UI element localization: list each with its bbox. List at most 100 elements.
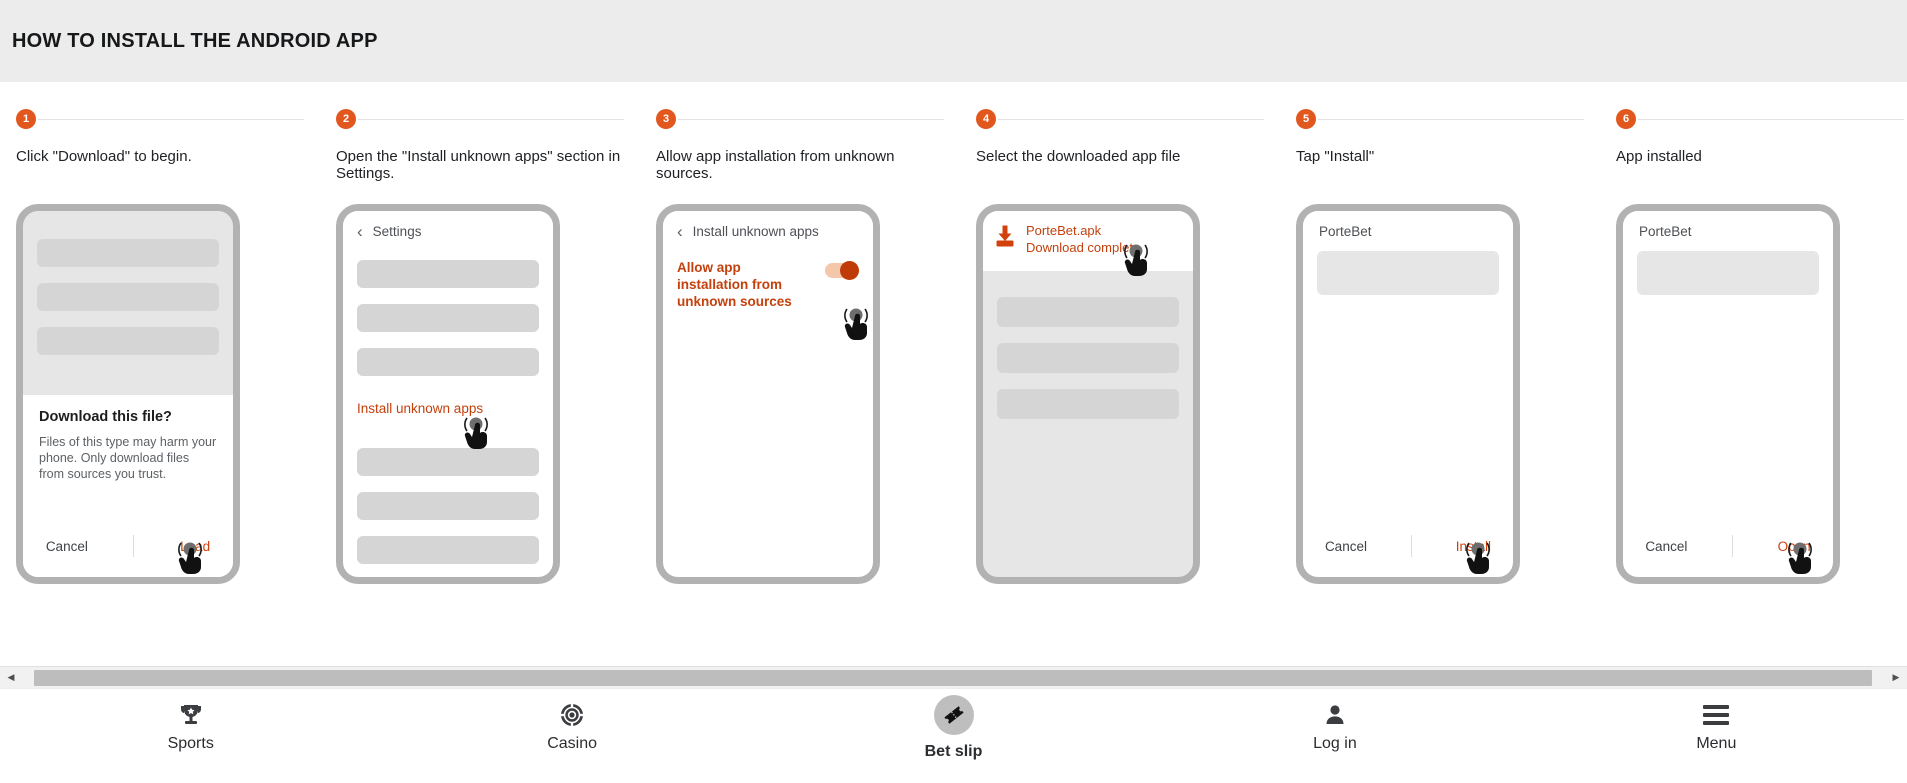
placeholder-bar [997, 388, 1179, 419]
user-icon [1322, 701, 1348, 729]
step-divider-rule [998, 118, 1264, 120]
step-number-badge: 4 [976, 109, 996, 129]
step-divider-rule [38, 118, 304, 120]
step-header-6: 6 [1616, 108, 1904, 130]
phone-screen: PorteBet.apk Download complete [983, 211, 1193, 577]
placeholder-bar [997, 296, 1179, 327]
dialog-body-text: Files of this type may harm your phone. … [39, 435, 217, 481]
placeholder-bar [37, 239, 219, 267]
placeholder-bar [357, 260, 539, 288]
placeholder-bar [357, 348, 539, 376]
install-unknown-apps-header: ‹ Install unknown apps [663, 211, 873, 250]
step-caption: Tap "Install" [1296, 148, 1375, 165]
scroll-left-arrow-icon[interactable]: ◀ [0, 667, 22, 689]
back-chevron-icon[interactable]: ‹ [357, 223, 363, 240]
bet-slip-button[interactable] [933, 695, 974, 735]
page-title: HOW TO INSTALL THE ANDROID APP [12, 29, 378, 52]
placeholder-list-bottom [343, 418, 553, 564]
phone-mockup-6: PorteBet Cancel Open [1616, 204, 1840, 584]
nav-item-bet-slip[interactable]: Bet slip [763, 695, 1144, 761]
allow-install-row[interactable]: Allow app installation from unknown sour… [663, 250, 873, 311]
cancel-button[interactable]: Cancel [1645, 539, 1687, 554]
open-button[interactable]: Open [1778, 539, 1811, 554]
nav-label-casino: Casino [547, 735, 598, 752]
phone-screen: ‹ Install unknown apps Allow app install… [663, 211, 873, 577]
nav-item-casino[interactable]: Casino [381, 701, 762, 753]
bet-slip-ticket-icon [943, 706, 964, 724]
scrollbar-track[interactable] [22, 667, 1885, 689]
step-header-3: 3 [656, 108, 944, 130]
step-card-6: 6 App installed PorteBet Cancel Open [1600, 108, 1907, 584]
action-separator [1410, 535, 1412, 557]
load-button[interactable]: Load [180, 539, 210, 554]
placeholder-box [1317, 251, 1499, 295]
placeholder-bar [357, 492, 539, 520]
scroll-right-arrow-icon[interactable]: ▶ [1885, 667, 1907, 689]
step-number-badge: 6 [1616, 109, 1636, 129]
step-header-2: 2 [336, 108, 624, 130]
placeholder-box [1637, 251, 1819, 295]
phone-mockup-2: ‹ Settings Install unknown apps [336, 204, 560, 584]
nav-item-log-in[interactable]: Log in [1144, 701, 1525, 753]
install-dialog-actions: Cancel Install [1303, 535, 1513, 557]
nav-item-menu[interactable]: Menu [1526, 701, 1907, 753]
download-icon [996, 225, 1014, 247]
install-unknown-apps-row[interactable]: Install unknown apps [343, 392, 553, 449]
steps-scroll-viewport[interactable]: 1 Click "Download" to begin. Download th… [0, 82, 1907, 666]
step-caption: App installed [1616, 148, 1702, 165]
settings-header: ‹ Settings [343, 211, 553, 250]
dialog-title: Download this file? [39, 409, 172, 425]
scrollbar-thumb[interactable] [34, 669, 1872, 686]
allow-install-toggle[interactable] [825, 261, 859, 280]
step-header-5: 5 [1296, 108, 1584, 130]
back-chevron-icon[interactable]: ‹ [677, 223, 683, 240]
step-number-badge: 3 [656, 109, 676, 129]
casino-chip-icon [559, 701, 585, 729]
step-caption: Open the "Install unknown apps" section … [336, 148, 621, 183]
app-name-label: PorteBet [1303, 211, 1513, 251]
phone-mockup-1: Download this file? Files of this type m… [16, 204, 240, 584]
app-name-label: PorteBet [1623, 211, 1833, 251]
app-preview-area [1623, 251, 1833, 295]
phone-mockup-3: ‹ Install unknown apps Allow app install… [656, 204, 880, 584]
step-card-4: 4 Select the downloaded app file PorteBe… [960, 108, 1280, 584]
hamburger-menu-icon [1703, 701, 1730, 729]
placeholder-bar [37, 283, 219, 311]
placeholder-list [983, 271, 1193, 419]
placeholder-bar [357, 536, 539, 564]
action-separator [133, 535, 135, 557]
app-preview-area [1303, 251, 1513, 295]
nav-label-bet-slip: Bet slip [924, 743, 983, 760]
trophy-icon [178, 701, 204, 729]
cancel-button[interactable]: Cancel [46, 539, 88, 554]
installed-dialog-actions: Cancel Open [1623, 535, 1833, 557]
step-divider-rule [678, 118, 944, 120]
step-divider-rule [1638, 118, 1904, 120]
install-unknown-apps-header-title: Install unknown apps [692, 224, 819, 239]
step-card-1: 1 Click "Download" to begin. Download th… [0, 108, 320, 584]
steps-row: 1 Click "Download" to begin. Download th… [0, 82, 1907, 584]
horizontal-scrollbar[interactable]: ◀ ▶ [0, 666, 1907, 688]
step-caption: Click "Download" to begin. [16, 148, 192, 165]
step-header-1: 1 [16, 108, 304, 130]
nav-label-sports: Sports [167, 735, 214, 752]
downloaded-file-row[interactable]: PorteBet.apk Download complete [983, 211, 1193, 276]
cancel-button[interactable]: Cancel [1325, 539, 1367, 554]
file-status: Download complete [1026, 239, 1141, 255]
phone-screen: PorteBet Cancel Install [1303, 211, 1513, 577]
phone-screen: PorteBet Cancel Open [1623, 211, 1833, 577]
placeholder-bar [357, 304, 539, 332]
phone-mockup-4: PorteBet.apk Download complete [976, 204, 1200, 584]
file-info: PorteBet.apk Download complete [1026, 223, 1140, 257]
page-header: HOW TO INSTALL THE ANDROID APP [0, 0, 1907, 82]
step-caption: Select the downloaded app file [976, 148, 1181, 165]
dialog-actions: Cancel Load [23, 535, 233, 557]
file-name: PorteBet.apk [1026, 223, 1102, 238]
step-number-badge: 2 [336, 109, 356, 129]
placeholder-bar [357, 448, 539, 476]
install-unknown-apps-link[interactable]: Install unknown apps [357, 401, 483, 416]
action-separator [1731, 535, 1733, 557]
install-button[interactable]: Install [1456, 539, 1491, 554]
nav-item-sports[interactable]: Sports [0, 701, 381, 753]
placeholder-list [23, 211, 233, 355]
